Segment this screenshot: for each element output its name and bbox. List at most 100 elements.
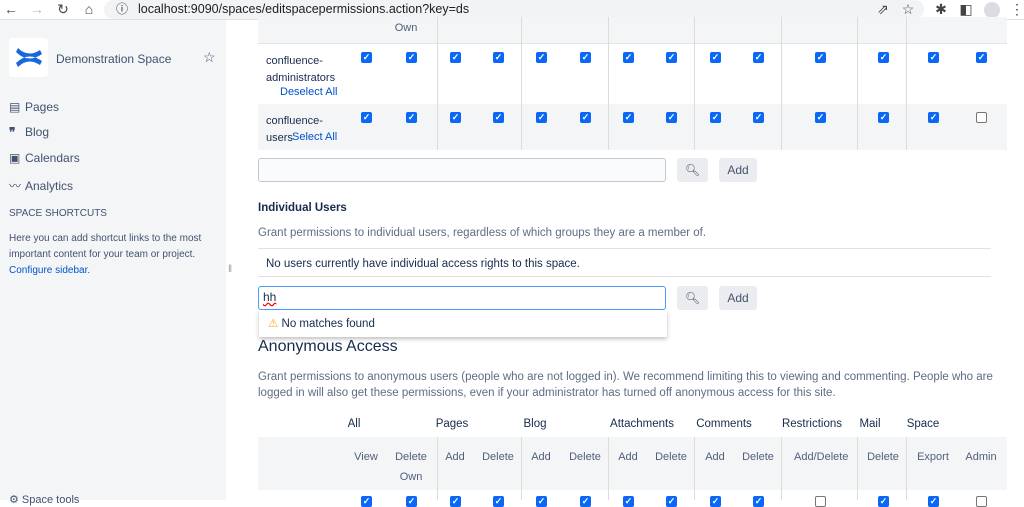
permission-checkbox[interactable]: ✓ [710,112,721,123]
table-row [258,104,1007,150]
column-divider [857,17,858,150]
permission-checkbox[interactable]: ✓ [623,52,634,63]
group-search-button[interactable]: 🔍︎ [677,158,708,182]
permission-checkbox[interactable]: ✓ [361,52,372,63]
deselect-all-link[interactable]: Deselect All [280,86,337,98]
individual-users-description: Grant permissions to individual users, r… [258,227,707,239]
permission-checkbox[interactable]: ✓ [928,52,939,63]
user-add-button[interactable]: Add [719,286,757,310]
permission-checkbox[interactable]: ✓ [450,112,461,123]
permission-checkbox[interactable] [976,112,987,123]
user-search-input[interactable]: hh [258,286,666,310]
permission-checkbox[interactable]: ✓ [710,52,721,63]
anonymous-permission-checkbox[interactable]: ✓ [878,496,889,507]
user-search-value: hh [263,290,277,304]
sidebar-item-blog[interactable]: ❞ Blog [9,125,49,139]
permission-checkbox[interactable]: ✓ [580,112,591,123]
space-tools-label: Space tools [21,494,80,506]
bookmark-star-icon[interactable]: ☆ [899,1,917,18]
group-add-button[interactable]: Add [719,158,757,182]
column-divider [906,437,907,500]
sidebar-item-pages[interactable]: ▤ Pages [9,100,59,114]
anonymous-permission-checkbox[interactable]: ✓ [450,496,461,507]
reload-icon[interactable]: ↻ [54,1,72,18]
permission-checkbox[interactable]: ✓ [878,52,889,63]
info-icon: ⓘ [116,2,129,16]
search-icon: 🔍︎ [684,163,701,177]
url-text: localhost:9090/spaces/editspacepermissio… [138,2,470,16]
extensions-icon[interactable]: ✱ [932,1,950,18]
permission-checkbox[interactable]: ✓ [493,112,504,123]
share-icon[interactable]: ⇗ [874,1,892,18]
group-search-input[interactable] [258,158,666,182]
permission-checkbox[interactable]: ✓ [406,52,417,63]
permission-checkbox[interactable]: ✓ [815,112,826,123]
sidebar-item-label: Analytics [25,179,74,193]
permission-checkbox[interactable]: ✓ [536,52,547,63]
column-divider [906,17,907,150]
column-divider [781,17,782,150]
anonymous-permission-checkbox[interactable] [815,496,826,507]
permission-checkbox[interactable]: ✓ [450,52,461,63]
permission-checkbox[interactable]: ✓ [976,52,987,63]
sidebar-item-calendars[interactable]: ▣ Calendars [9,151,80,165]
permission-column-header: Export [917,451,949,463]
column-divider [608,437,609,500]
menu-icon[interactable]: ⋮ [1008,1,1024,18]
sidebar-item-analytics[interactable]: 〰 Analytics [9,177,73,194]
configure-sidebar-link[interactable]: Configure sidebar. [9,265,90,276]
permission-group-header: All [347,418,361,430]
anonymous-permission-checkbox[interactable]: ✓ [710,496,721,507]
space-logo[interactable] [9,38,48,77]
permission-checkbox[interactable]: ✓ [623,112,634,123]
column-divider [521,17,522,150]
anonymous-permission-checkbox[interactable] [976,496,987,507]
side-panel-icon[interactable]: ◧ [957,1,975,18]
permission-group-header: Pages [435,418,469,430]
permission-checkbox[interactable]: ✓ [878,112,889,123]
permission-group-header: Attachments [610,418,674,430]
shortcuts-text: Here you can add shortcut links to the m… [9,231,214,279]
shortcuts-desc: Here you can add shortcut links to the m… [9,233,202,260]
back-icon[interactable]: ← [2,1,20,17]
group-table-header [258,17,1007,43]
anonymous-permission-checkbox[interactable]: ✓ [928,496,939,507]
space-name[interactable]: Demonstration Space [56,52,171,66]
no-matches-text: No matches found [281,318,375,330]
permission-checkbox[interactable]: ✓ [666,52,677,63]
anonymous-description: Grant permissions to anonymous users (pe… [258,371,993,399]
anonymous-permission-checkbox[interactable]: ✓ [361,496,372,507]
forward-icon[interactable]: → [28,1,46,17]
anonymous-permission-checkbox[interactable]: ✓ [536,496,547,507]
permission-checkbox[interactable]: ✓ [753,112,764,123]
permission-checkbox[interactable]: ✓ [406,112,417,123]
anonymous-permission-checkbox[interactable]: ✓ [753,496,764,507]
anonymous-permission-checkbox[interactable]: ✓ [580,496,591,507]
permission-checkbox[interactable]: ✓ [493,52,504,63]
permission-checkbox[interactable]: ✓ [753,52,764,63]
column-divider [694,17,695,150]
select-all-link[interactable]: Select All [292,131,337,143]
star-icon[interactable]: ☆ [203,49,216,66]
anonymous-permission-checkbox[interactable]: ✓ [666,496,677,507]
column-divider [857,437,858,500]
page-icon: ▤ [9,100,21,114]
permission-checkbox[interactable]: ✓ [580,52,591,63]
permission-checkbox[interactable]: ✓ [361,112,372,123]
permission-checkbox[interactable]: ✓ [666,112,677,123]
sidebar-item-label: Calendars [25,151,80,165]
permission-checkbox[interactable]: ✓ [928,112,939,123]
anonymous-permission-checkbox[interactable]: ✓ [493,496,504,507]
profile-avatar-icon[interactable] [984,2,1000,18]
home-icon[interactable]: ⌂ [80,1,98,17]
column-divider [781,437,782,500]
user-search-button[interactable]: 🔍︎ [677,286,708,310]
anonymous-permission-checkbox[interactable]: ✓ [406,496,417,507]
anonymous-permission-checkbox[interactable]: ✓ [623,496,634,507]
column-header-delete-own: Own [394,22,418,34]
sidebar-resize-handle[interactable]: ‖ [228,264,232,275]
permission-group-header: Comments [696,418,752,430]
analytics-icon: 〰 [9,179,22,193]
permission-checkbox[interactable]: ✓ [536,112,547,123]
permission-checkbox[interactable]: ✓ [815,52,826,63]
